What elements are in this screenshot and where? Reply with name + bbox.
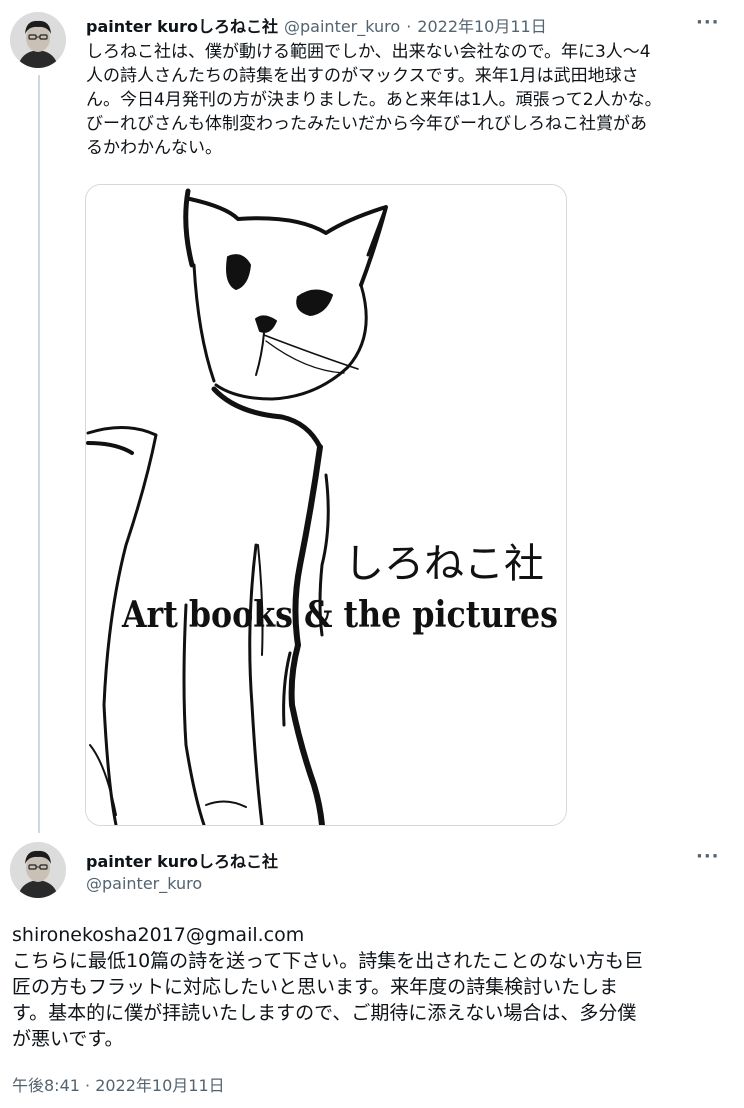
header-separator: · <box>406 17 412 36</box>
tweet-timestamp[interactable]: 午後8:41 · 2022年10月11日 <box>12 1072 225 1096</box>
author-name[interactable]: painter kuroしろねこ社 <box>86 848 278 872</box>
image-title-japanese: しろねこ社 <box>344 541 544 587</box>
avatar-photo <box>10 842 66 898</box>
more-options-icon[interactable]: ··· <box>696 12 720 33</box>
tweet-image[interactable]: しろねこ社 Art books & the pictures <box>85 184 567 826</box>
avatar[interactable] <box>10 12 66 68</box>
image-title-english: Art books & the pictures <box>121 594 558 636</box>
author-handle[interactable]: @painter_kuro <box>86 874 202 893</box>
avatar[interactable] <box>10 842 66 898</box>
tweet-header: painter kuroしろねこ社 @painter_kuro · 2022年1… <box>86 13 547 37</box>
tweet-text: shironekosha2017@gmail.com こちらに最低10篇の詩を送… <box>12 924 644 1050</box>
thread-connector-line <box>38 75 40 833</box>
cat-drawing-image: しろねこ社 Art books & the pictures <box>86 185 566 825</box>
tweet-text: しろねこ社は、僕が動ける範囲でしか、出来ない会社なので。年に3人〜4 人の詩人さ… <box>86 42 662 158</box>
more-options-icon[interactable]: ··· <box>696 846 720 867</box>
author-name[interactable]: painter kuroしろねこ社 <box>86 13 278 37</box>
avatar-photo <box>10 12 66 68</box>
author-handle[interactable]: @painter_kuro <box>284 17 400 36</box>
tweet-date[interactable]: 2022年10月11日 <box>417 13 546 37</box>
